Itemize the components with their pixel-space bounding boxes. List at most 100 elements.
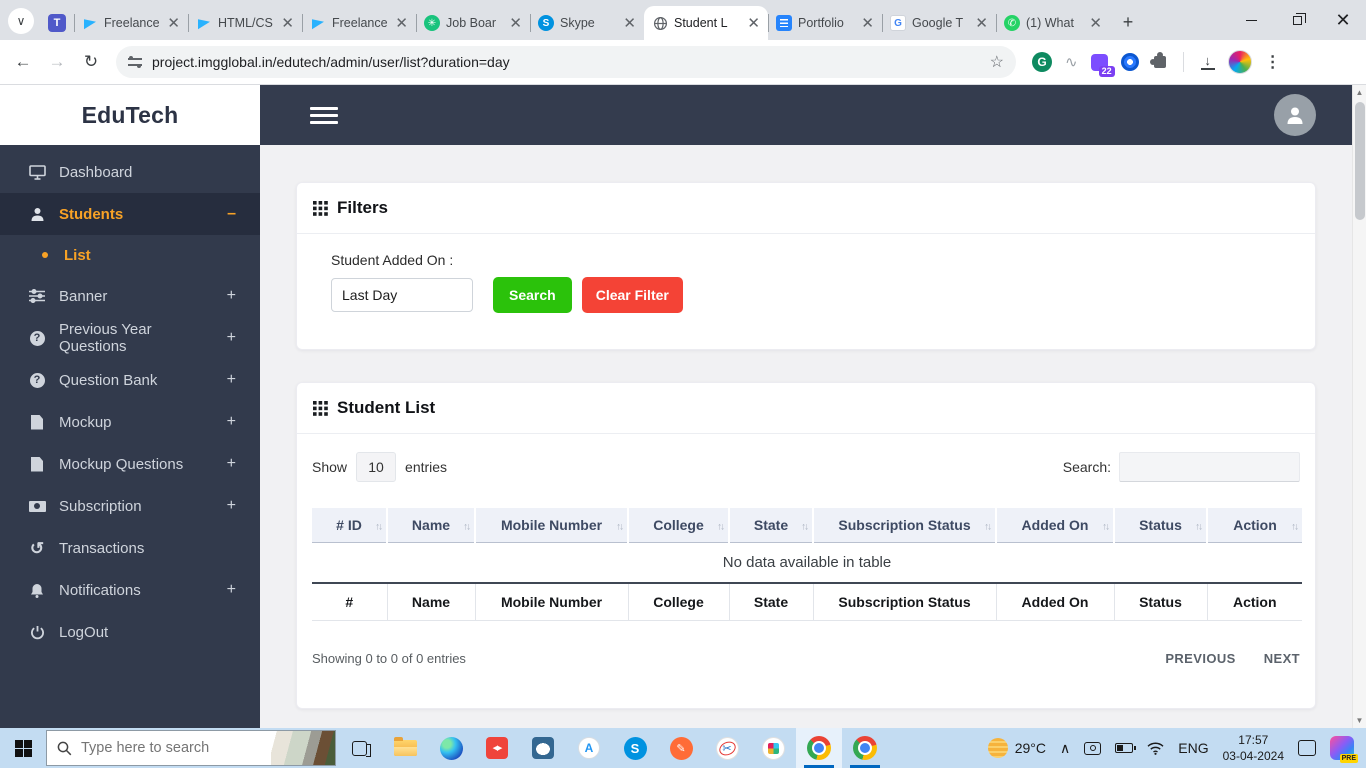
close-icon[interactable]: ✕ bbox=[395, 16, 408, 31]
tab-skype[interactable]: S Skype ✕ bbox=[530, 6, 644, 40]
duration-input[interactable] bbox=[331, 278, 473, 312]
tab-job-board[interactable]: ✳ Job Boar ✕ bbox=[416, 6, 530, 40]
logo[interactable]: EduTech bbox=[0, 85, 260, 145]
sidebar-item-question-bank[interactable]: ? Question Bank + bbox=[0, 359, 260, 401]
gray-extension-icon[interactable]: ∿ bbox=[1065, 53, 1078, 71]
entries-select[interactable]: 10 bbox=[356, 452, 397, 482]
table-search-input[interactable] bbox=[1119, 452, 1300, 482]
column-header-state[interactable]: State ↑↓ bbox=[729, 508, 814, 543]
close-icon[interactable]: ✕ bbox=[281, 16, 294, 31]
search-doodle-image[interactable] bbox=[271, 731, 335, 765]
site-settings-icon[interactable] bbox=[128, 56, 142, 68]
scrollbar-thumb[interactable] bbox=[1354, 102, 1365, 220]
sidebar-item-notifications[interactable]: Notifications + bbox=[0, 569, 260, 611]
sidebar-item-dashboard[interactable]: Dashboard bbox=[0, 151, 260, 193]
file-explorer-button[interactable] bbox=[382, 728, 428, 768]
close-icon[interactable]: ✕ bbox=[167, 16, 180, 31]
close-icon[interactable]: ✕ bbox=[975, 16, 988, 31]
edge-button[interactable] bbox=[428, 728, 474, 768]
tray-chevron-up-icon[interactable]: ∧ bbox=[1060, 740, 1070, 757]
bookmark-star-icon[interactable]: ☆ bbox=[990, 52, 1004, 72]
column-header-subscription-status[interactable]: Subscription Status ↑↓ bbox=[813, 508, 997, 543]
language-indicator[interactable]: ENG bbox=[1178, 740, 1208, 756]
sidebar-item-banner[interactable]: Banner + bbox=[0, 275, 260, 317]
close-icon[interactable]: ✕ bbox=[623, 16, 636, 31]
forward-button[interactable]: → bbox=[42, 47, 72, 77]
address-bar[interactable]: project.imgglobal.in/edutech/admin/user/… bbox=[116, 46, 1016, 78]
column-header-name[interactable]: Name ↑↓ bbox=[387, 508, 476, 543]
postgresql-button[interactable] bbox=[520, 728, 566, 768]
sidebar-item-mockup[interactable]: Mockup + bbox=[0, 401, 260, 443]
sidebar-item-logout[interactable]: LogOut bbox=[0, 611, 260, 653]
sidebar-item-list[interactable]: List bbox=[0, 235, 260, 275]
tab-freelancer-1[interactable]: Freelance ✕ bbox=[74, 6, 188, 40]
purple-extension-icon[interactable]: 22 bbox=[1090, 53, 1115, 77]
sidebar-item-previous-year-questions[interactable]: ? Previous Year Questions + bbox=[0, 317, 260, 359]
screen-snip-button[interactable]: ✂ bbox=[704, 728, 750, 768]
footer-added-on: Added On bbox=[996, 583, 1115, 621]
scroll-down-icon[interactable]: ▼ bbox=[1356, 713, 1364, 728]
wifi-icon[interactable] bbox=[1147, 742, 1164, 755]
clock[interactable]: 17:57 03-04-2024 bbox=[1223, 732, 1284, 764]
search-button[interactable]: Search bbox=[493, 277, 572, 313]
browser-profile-avatar[interactable] bbox=[1227, 50, 1252, 74]
grammarly-extension-icon[interactable]: G bbox=[1032, 52, 1052, 72]
reload-button[interactable]: ↻ bbox=[76, 47, 106, 77]
sidebar-item-transactions[interactable]: ↺ Transactions bbox=[0, 527, 260, 569]
tabstrip-chevron-button[interactable]: ∨ bbox=[8, 8, 34, 34]
downloads-icon[interactable]: ↓ bbox=[1200, 53, 1215, 71]
column-header-college[interactable]: College ↑↓ bbox=[628, 508, 730, 543]
start-button[interactable] bbox=[0, 728, 46, 768]
user-avatar[interactable] bbox=[1274, 94, 1316, 136]
close-icon[interactable]: ✕ bbox=[747, 16, 760, 31]
hamburger-menu-icon[interactable] bbox=[310, 106, 338, 124]
column-header-mobile[interactable]: Mobile Number ↑↓ bbox=[475, 508, 629, 543]
blue-extension-icon[interactable] bbox=[1120, 53, 1139, 71]
column-header-status[interactable]: Status ↑↓ bbox=[1114, 508, 1208, 543]
pinned-tab-teams[interactable]: T bbox=[40, 6, 74, 40]
sidebar-item-students[interactable]: Students – bbox=[0, 193, 260, 235]
copilot-icon[interactable]: PRE bbox=[1330, 736, 1358, 763]
task-view-button[interactable] bbox=[336, 728, 382, 768]
taskbar-search-input[interactable] bbox=[81, 740, 262, 756]
tray-display-icon[interactable] bbox=[1084, 741, 1102, 755]
anydesk-button[interactable]: ◀▶ bbox=[474, 728, 520, 768]
tab-freelancer-2[interactable]: Freelance ✕ bbox=[302, 6, 416, 40]
tab-portfolio[interactable]: Portfolio ✕ bbox=[768, 6, 882, 40]
scroll-up-icon[interactable]: ▲ bbox=[1356, 85, 1364, 100]
notification-center-icon[interactable] bbox=[1298, 740, 1316, 756]
sidebar-item-subscription[interactable]: Subscription + bbox=[0, 485, 260, 527]
taskbar-search-box[interactable] bbox=[46, 730, 336, 766]
next-button[interactable]: NEXT bbox=[1264, 651, 1300, 666]
weather-widget[interactable]: 29°C bbox=[987, 738, 1046, 758]
back-button[interactable]: ← bbox=[8, 47, 38, 77]
chrome-button-2[interactable] bbox=[842, 728, 888, 768]
slack-button[interactable] bbox=[750, 728, 796, 768]
tab-google-translate[interactable]: G Google T ✕ bbox=[882, 6, 996, 40]
extensions-puzzle-icon[interactable] bbox=[1149, 52, 1166, 68]
close-icon[interactable]: ✕ bbox=[509, 16, 522, 31]
postman-button[interactable]: ✎ bbox=[658, 728, 704, 768]
compass-app-button[interactable]: A bbox=[566, 728, 612, 768]
minimize-button[interactable] bbox=[1228, 0, 1274, 40]
battery-icon[interactable] bbox=[1115, 743, 1136, 753]
extension-badge: 22 bbox=[1098, 65, 1115, 77]
page-scrollbar[interactable]: ▲ ▼ bbox=[1352, 85, 1366, 728]
tab-htmlcss[interactable]: HTML/CS ✕ bbox=[188, 6, 302, 40]
column-header-added-on[interactable]: Added On ↑↓ bbox=[996, 508, 1115, 543]
browser-menu-icon[interactable]: ⋮ bbox=[1265, 52, 1281, 72]
close-window-button[interactable]: ✕ bbox=[1320, 0, 1366, 40]
column-header-action[interactable]: Action ↑↓ bbox=[1207, 508, 1302, 543]
restore-button[interactable] bbox=[1274, 0, 1320, 40]
tab-whatsapp[interactable]: ✆ (1) What ✕ bbox=[996, 6, 1110, 40]
close-icon[interactable]: ✕ bbox=[1089, 16, 1102, 31]
previous-button[interactable]: PREVIOUS bbox=[1165, 651, 1235, 666]
skype-button[interactable]: S bbox=[612, 728, 658, 768]
clear-filter-button[interactable]: Clear Filter bbox=[581, 277, 683, 313]
close-icon[interactable]: ✕ bbox=[861, 16, 874, 31]
chrome-button-active[interactable] bbox=[796, 728, 842, 768]
new-tab-button[interactable]: + bbox=[1114, 8, 1142, 36]
tab-student-list-active[interactable]: Student L ✕ bbox=[644, 6, 768, 40]
column-header-id[interactable]: # ID ↑↓ bbox=[312, 508, 388, 543]
sidebar-item-mockup-questions[interactable]: Mockup Questions + bbox=[0, 443, 260, 485]
